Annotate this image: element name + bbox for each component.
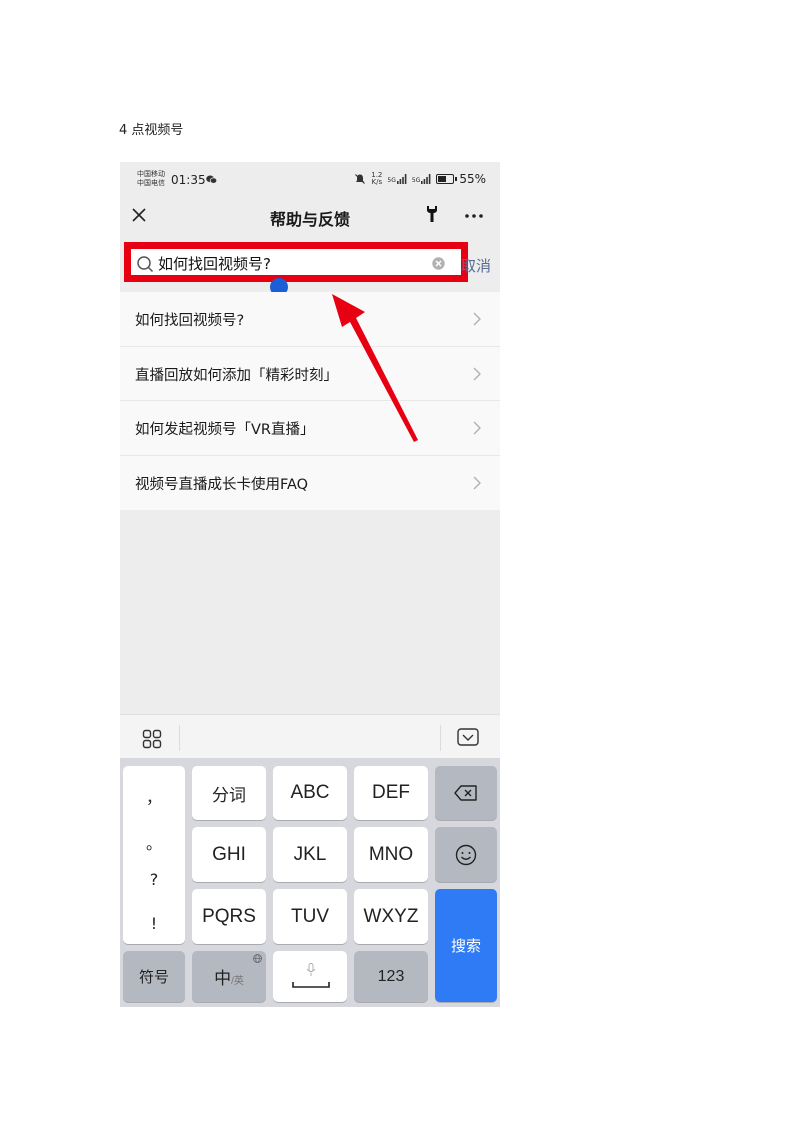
key-def[interactable]: DEF <box>354 766 428 820</box>
backspace-icon <box>454 785 477 801</box>
wrench-icon[interactable] <box>425 204 439 224</box>
globe-icon <box>253 954 262 963</box>
numbers-key[interactable]: 123 <box>354 951 428 1002</box>
key-ghi[interactable]: GHI <box>192 827 266 882</box>
clear-icon[interactable] <box>432 257 445 270</box>
battery-percent: 55% <box>459 172 486 186</box>
space-key[interactable] <box>273 951 347 1002</box>
document-caption: 4 点视频号 <box>119 123 184 138</box>
key-segment[interactable]: 分词 <box>192 766 266 820</box>
mute-bell-icon <box>355 174 366 184</box>
cancel-button[interactable]: 取消 <box>461 255 491 276</box>
result-text: 如何找回视频号? <box>135 313 245 329</box>
key-tuv[interactable]: TUV <box>273 889 347 944</box>
punctuation-column[interactable]: ， 。 ? ! <box>123 766 185 944</box>
search-row: 如何找回视频号? 取消 <box>120 238 500 296</box>
collapse-keyboard-icon[interactable] <box>457 727 479 747</box>
chevron-right-icon <box>473 312 481 326</box>
wechat-icon <box>206 175 217 184</box>
chevron-right-icon <box>473 476 481 489</box>
result-item[interactable]: 如何找回视频号? <box>120 292 500 347</box>
toolbar-divider <box>440 725 441 751</box>
result-text: 如何发起视频号「VR直播」 <box>135 422 315 438</box>
signal-bars-icon <box>421 174 431 184</box>
status-time: 01:35 <box>171 173 206 187</box>
punct-period[interactable]: 。 <box>123 830 185 854</box>
network-speed: 1.2 K/s <box>371 171 383 186</box>
language-switch-key[interactable]: 中/英 <box>192 951 266 1002</box>
toolbar-divider <box>179 725 180 751</box>
grid-icon[interactable] <box>142 729 162 749</box>
backspace-key[interactable] <box>435 766 497 820</box>
carrier-1: 中国移动 <box>137 170 165 178</box>
signal-2: 5G <box>412 174 431 184</box>
symbols-key[interactable]: 符号 <box>123 951 185 1002</box>
key-pqrs[interactable]: PQRS <box>192 889 266 944</box>
space-bar-icon <box>292 982 330 988</box>
nav-bar: 帮助与反馈 <box>120 198 500 238</box>
page-title: 帮助与反馈 <box>269 210 350 229</box>
chevron-right-icon <box>473 367 481 380</box>
result-text: 视频号直播成长卡使用FAQ <box>135 476 309 493</box>
keyboard-toolbar <box>120 714 500 758</box>
key-mno[interactable]: MNO <box>354 827 428 882</box>
result-item[interactable]: 直播回放如何添加「精彩时刻」 <box>120 347 500 401</box>
search-input[interactable]: 如何找回视频号? <box>158 253 271 274</box>
chevron-right-icon <box>473 421 481 435</box>
phone-screenshot: 中国移动 中国电信 01:35 1.2 K/s 5G 5G 55% 帮助与反馈 … <box>120 162 500 1007</box>
result-text: 直播回放如何添加「精彩时刻」 <box>135 367 338 384</box>
battery-icon <box>436 174 458 184</box>
punct-question[interactable]: ? <box>123 870 185 889</box>
search-results-list: 如何找回视频号? 直播回放如何添加「精彩时刻」 如何发起视频号「VR直播」 视频… <box>120 292 500 510</box>
search-icon <box>137 256 154 273</box>
result-item[interactable]: 视频号直播成长卡使用FAQ <box>120 456 500 511</box>
key-abc[interactable]: ABC <box>273 766 347 820</box>
result-item[interactable]: 如何发起视频号「VR直播」 <box>120 401 500 456</box>
mic-icon <box>306 963 316 976</box>
emoji-key[interactable] <box>435 827 497 882</box>
red-annotation-arrow <box>332 294 418 442</box>
status-bar: 中国移动 中国电信 01:35 1.2 K/s 5G 5G 55% <box>120 162 500 198</box>
status-indicators: 1.2 K/s 5G 5G 55% <box>354 172 486 186</box>
punct-comma[interactable]: ， <box>123 784 185 808</box>
emoji-icon <box>455 844 477 865</box>
keyboard: ， 。 ? ! 分词 ABC DEF GHI JKL MNO PQRS TUV <box>120 758 500 1007</box>
more-icon[interactable] <box>463 206 485 224</box>
carrier-labels: 中国移动 中国电信 <box>137 170 165 188</box>
key-wxyz[interactable]: WXYZ <box>354 889 428 944</box>
signal-1: 5G <box>387 174 407 184</box>
search-key[interactable]: 搜索 <box>435 889 497 1002</box>
punct-exclaim[interactable]: ! <box>123 914 185 933</box>
key-jkl[interactable]: JKL <box>273 827 347 882</box>
carrier-2: 中国电信 <box>137 179 165 187</box>
signal-bars-icon <box>396 174 407 184</box>
